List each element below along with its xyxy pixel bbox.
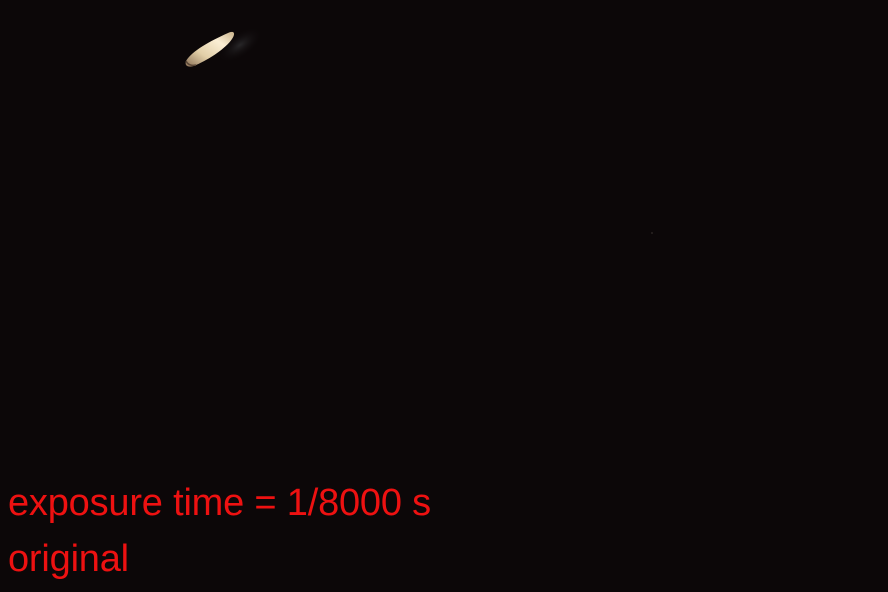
dust-speck: [651, 232, 653, 234]
exposure-time-caption: exposure time = 1/8000 s: [8, 482, 431, 524]
moving-object: [185, 27, 263, 67]
photo-frame: exposure time = 1/8000 s original: [0, 0, 888, 592]
original-label: original: [8, 538, 129, 580]
